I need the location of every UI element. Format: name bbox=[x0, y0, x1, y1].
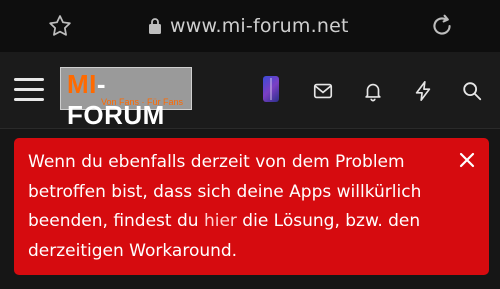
notice-alert: Wenn du ebenfalls derzeit von dem Proble… bbox=[14, 138, 489, 275]
reload-icon[interactable] bbox=[428, 12, 456, 40]
search-icon[interactable] bbox=[461, 80, 483, 102]
forum-header: MI-FORUM Von Fans · Für Fans bbox=[0, 52, 500, 130]
url-field[interactable]: www.mi-forum.net bbox=[148, 14, 349, 38]
alert-link[interactable]: hier bbox=[204, 211, 237, 231]
menu-icon[interactable] bbox=[14, 78, 44, 102]
logo-mi-text: MI bbox=[67, 69, 97, 99]
url-text: www.mi-forum.net bbox=[170, 15, 349, 37]
logo-tagline: Von Fans · Für Fans bbox=[100, 97, 183, 107]
bell-icon[interactable] bbox=[362, 80, 384, 102]
forum-logo[interactable]: MI-FORUM Von Fans · Für Fans bbox=[60, 67, 192, 130]
alert-message: Wenn du ebenfalls derzeit von dem Proble… bbox=[28, 148, 448, 266]
device-thumbnail[interactable] bbox=[263, 76, 279, 102]
close-icon[interactable] bbox=[457, 150, 477, 170]
star-icon[interactable] bbox=[47, 13, 73, 39]
browser-address-bar: www.mi-forum.net bbox=[0, 0, 500, 52]
mail-icon[interactable] bbox=[312, 80, 334, 102]
lightning-icon[interactable] bbox=[412, 80, 434, 102]
lock-icon bbox=[149, 18, 161, 34]
